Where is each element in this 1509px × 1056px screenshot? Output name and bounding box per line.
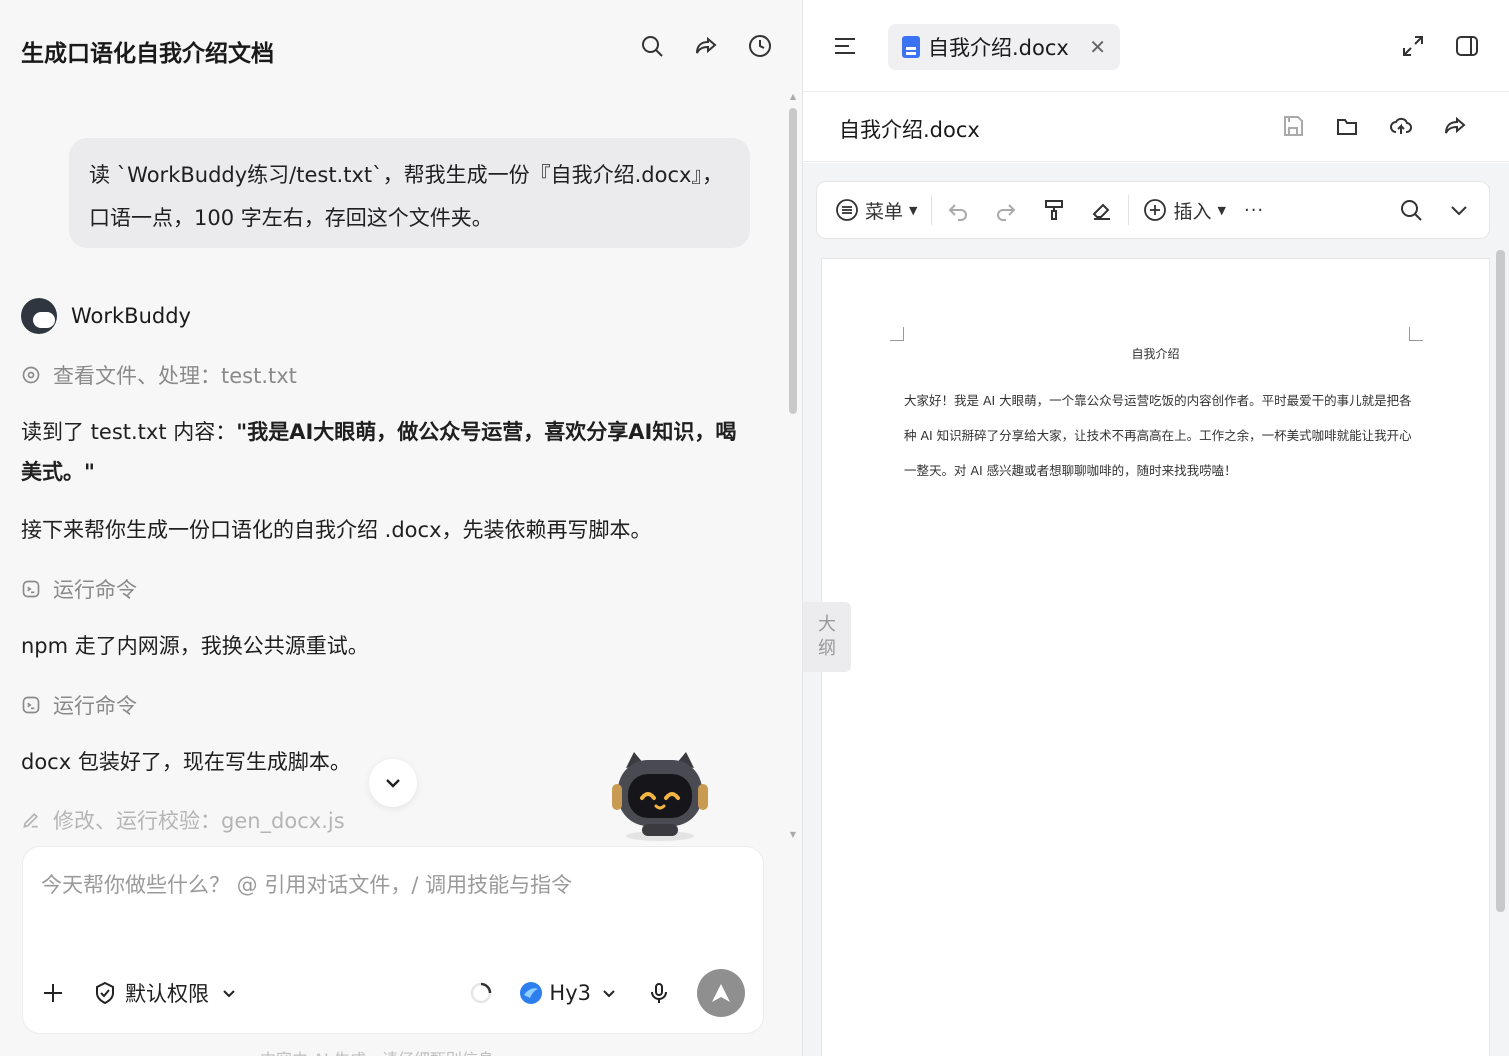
file-name: 自我介绍.docx bbox=[839, 118, 980, 142]
editor-toolbar: 菜单 ▼ 插入 ▼ ··· bbox=[816, 181, 1490, 239]
docx-file-icon bbox=[902, 36, 920, 58]
eraser-icon[interactable] bbox=[1090, 198, 1114, 222]
input-toolbar: 默认权限 Hy3 bbox=[41, 969, 745, 1017]
chat-input-box[interactable]: 今天帮你做些什么？ @ 引用对话文件，/ 调用技能与指令 默认权限 Hy3 bbox=[22, 846, 764, 1034]
step-label: 查看文件、处理：test.txt bbox=[53, 364, 297, 388]
caret-down-icon: ▼ bbox=[1217, 203, 1226, 217]
input-right-controls: Hy3 bbox=[469, 969, 745, 1017]
send-button[interactable] bbox=[697, 969, 745, 1017]
scroll-down-arrow[interactable]: ▼ bbox=[789, 830, 797, 839]
ai-disclaimer: 内容由 AI 生成，请仔细甄别信息 bbox=[260, 1046, 494, 1056]
toolbar-insert-button[interactable]: 插入 ▼ bbox=[1143, 197, 1226, 224]
robot-mascot[interactable] bbox=[608, 750, 712, 842]
pencil-icon bbox=[21, 810, 41, 830]
model-label: Hy3 bbox=[549, 981, 591, 1005]
bot-paragraph: 接下来帮你生成一份口语化的自我介绍 .docx，先装依赖再写脚本。 bbox=[21, 518, 652, 542]
caret-down-icon: ▼ bbox=[909, 203, 918, 217]
model-selector[interactable]: Hy3 bbox=[519, 981, 621, 1005]
chat-panel: 生成口语化自我介绍文档 读 `WorkBuddy练习/test.txt`，帮我生… bbox=[0, 0, 800, 1056]
bot-name: WorkBuddy bbox=[71, 304, 191, 328]
editor-area: 菜单 ▼ 插入 ▼ ··· 自我介绍 大家好！我是 AI 大眼萌，一个靠公众号运… bbox=[803, 163, 1509, 1056]
chat-input-placeholder[interactable]: 今天帮你做些什么？ @ 引用对话文件，/ 调用技能与指令 bbox=[41, 869, 572, 899]
eye-icon bbox=[21, 365, 41, 385]
outline-toggle[interactable]: 大 纲 bbox=[803, 602, 851, 672]
send-arrow-icon bbox=[709, 981, 733, 1005]
search-icon[interactable] bbox=[1399, 198, 1423, 222]
tab-docx[interactable]: 自我介绍.docx ✕ bbox=[888, 24, 1120, 70]
user-message: 读 `WorkBuddy练习/test.txt`，帮我生成一份『自我介绍.doc… bbox=[69, 138, 750, 248]
editor-scrollbar[interactable] bbox=[1496, 250, 1505, 912]
toolbar-divider bbox=[931, 195, 933, 225]
chevron-down-icon bbox=[381, 771, 405, 795]
toolbar-menu-button[interactable]: 菜单 ▼ bbox=[835, 197, 917, 224]
doc-tab-bar: 自我介绍.docx ✕ bbox=[803, 0, 1509, 92]
step-edit-run[interactable]: 修改、运行校验：gen_docx.js bbox=[21, 805, 345, 835]
bot-paragraph: npm 走了内网源，我换公共源重试。 bbox=[21, 634, 369, 658]
document-body[interactable]: 大家好！我是 AI 大眼萌，一个靠公众号运营吃饭的内容创作者。平时最爱干的事儿就… bbox=[904, 383, 1414, 488]
user-message-line: 口语一点，100 字左右，存回这个文件夹。 bbox=[89, 206, 493, 230]
close-icon[interactable]: ✕ bbox=[1089, 35, 1106, 59]
paragraph-text: 读到了 test.txt 内容： bbox=[21, 420, 237, 444]
page-margin-corner bbox=[890, 327, 904, 341]
chat-title: 生成口语化自我介绍文档 bbox=[21, 41, 274, 67]
user-message-line: 读 `WorkBuddy练习/test.txt`，帮我生成一份『自我介绍.doc… bbox=[89, 163, 723, 187]
history-icon[interactable] bbox=[748, 34, 772, 58]
outline-label: 大 bbox=[818, 614, 836, 635]
share-icon[interactable] bbox=[1443, 114, 1467, 138]
bot-paragraph: 读到了 test.txt 内容："我是AI大眼萌，做公众号运营，喜欢分享AI知识… bbox=[21, 412, 751, 492]
permission-label: 默认权限 bbox=[125, 982, 209, 1006]
step-label: 运行命令 bbox=[53, 578, 137, 602]
more-options[interactable]: ··· bbox=[1244, 200, 1264, 221]
chevron-down-icon[interactable] bbox=[1447, 198, 1471, 222]
step-label: 修改、运行校验：gen_docx.js bbox=[53, 809, 345, 833]
share-icon[interactable] bbox=[694, 34, 718, 58]
search-icon[interactable] bbox=[640, 34, 664, 58]
list-circle-icon bbox=[835, 198, 859, 222]
outline-label: 纲 bbox=[818, 638, 836, 659]
page-margin-corner bbox=[1409, 327, 1423, 341]
document-panel: 自我介绍.docx ✕ 自我介绍.docx 菜单 ▼ 插入 ▼ ··· 自我介绍… bbox=[802, 0, 1509, 1056]
toolbar-divider bbox=[1128, 195, 1130, 225]
terminal-icon bbox=[21, 579, 41, 599]
scroll-up-arrow[interactable]: ▲ bbox=[789, 92, 797, 101]
chevron-down-icon bbox=[217, 981, 241, 1005]
permission-selector[interactable]: 默认权限 bbox=[93, 978, 241, 1008]
file-header: 自我介绍.docx bbox=[803, 92, 1509, 162]
model-logo-icon bbox=[519, 981, 543, 1005]
microphone-icon[interactable] bbox=[647, 981, 671, 1005]
format-painter-icon[interactable] bbox=[1042, 198, 1066, 222]
bot-header: WorkBuddy bbox=[21, 298, 191, 334]
folder-icon[interactable] bbox=[1335, 114, 1359, 138]
shield-check-icon bbox=[93, 981, 117, 1005]
step-label: 运行命令 bbox=[53, 694, 137, 718]
save-icon[interactable] bbox=[1281, 114, 1305, 138]
step-view-file[interactable]: 查看文件、处理：test.txt bbox=[21, 360, 297, 390]
upload-cloud-icon[interactable] bbox=[1389, 114, 1413, 138]
step-run-command[interactable]: 运行命令 bbox=[21, 574, 137, 604]
step-run-command[interactable]: 运行命令 bbox=[21, 690, 137, 720]
tab-label: 自我介绍.docx bbox=[928, 36, 1069, 60]
chevron-down-icon bbox=[597, 981, 621, 1005]
toolbar-menu-label: 菜单 bbox=[865, 200, 904, 223]
menu-lines-icon[interactable] bbox=[833, 34, 857, 58]
sidebar-toggle-icon[interactable] bbox=[1455, 34, 1479, 58]
loading-spinner-icon bbox=[469, 981, 493, 1005]
file-actions bbox=[1281, 114, 1467, 138]
plus-circle-icon bbox=[1143, 198, 1167, 222]
terminal-icon bbox=[21, 695, 41, 715]
chat-scrollbar[interactable] bbox=[789, 108, 797, 414]
toolbar-insert-label: 插入 bbox=[1173, 200, 1212, 223]
scroll-to-bottom-button[interactable] bbox=[369, 759, 417, 807]
undo-icon[interactable] bbox=[946, 198, 970, 222]
document-title[interactable]: 自我介绍 bbox=[822, 345, 1489, 362]
expand-icon[interactable] bbox=[1401, 34, 1425, 58]
bot-avatar bbox=[21, 298, 57, 334]
document-page[interactable]: 自我介绍 大家好！我是 AI 大眼萌，一个靠公众号运营吃饭的内容创作者。平时最爱… bbox=[821, 258, 1490, 1056]
chat-header-actions bbox=[640, 34, 772, 58]
plus-icon[interactable] bbox=[41, 981, 65, 1005]
redo-icon[interactable] bbox=[994, 198, 1018, 222]
